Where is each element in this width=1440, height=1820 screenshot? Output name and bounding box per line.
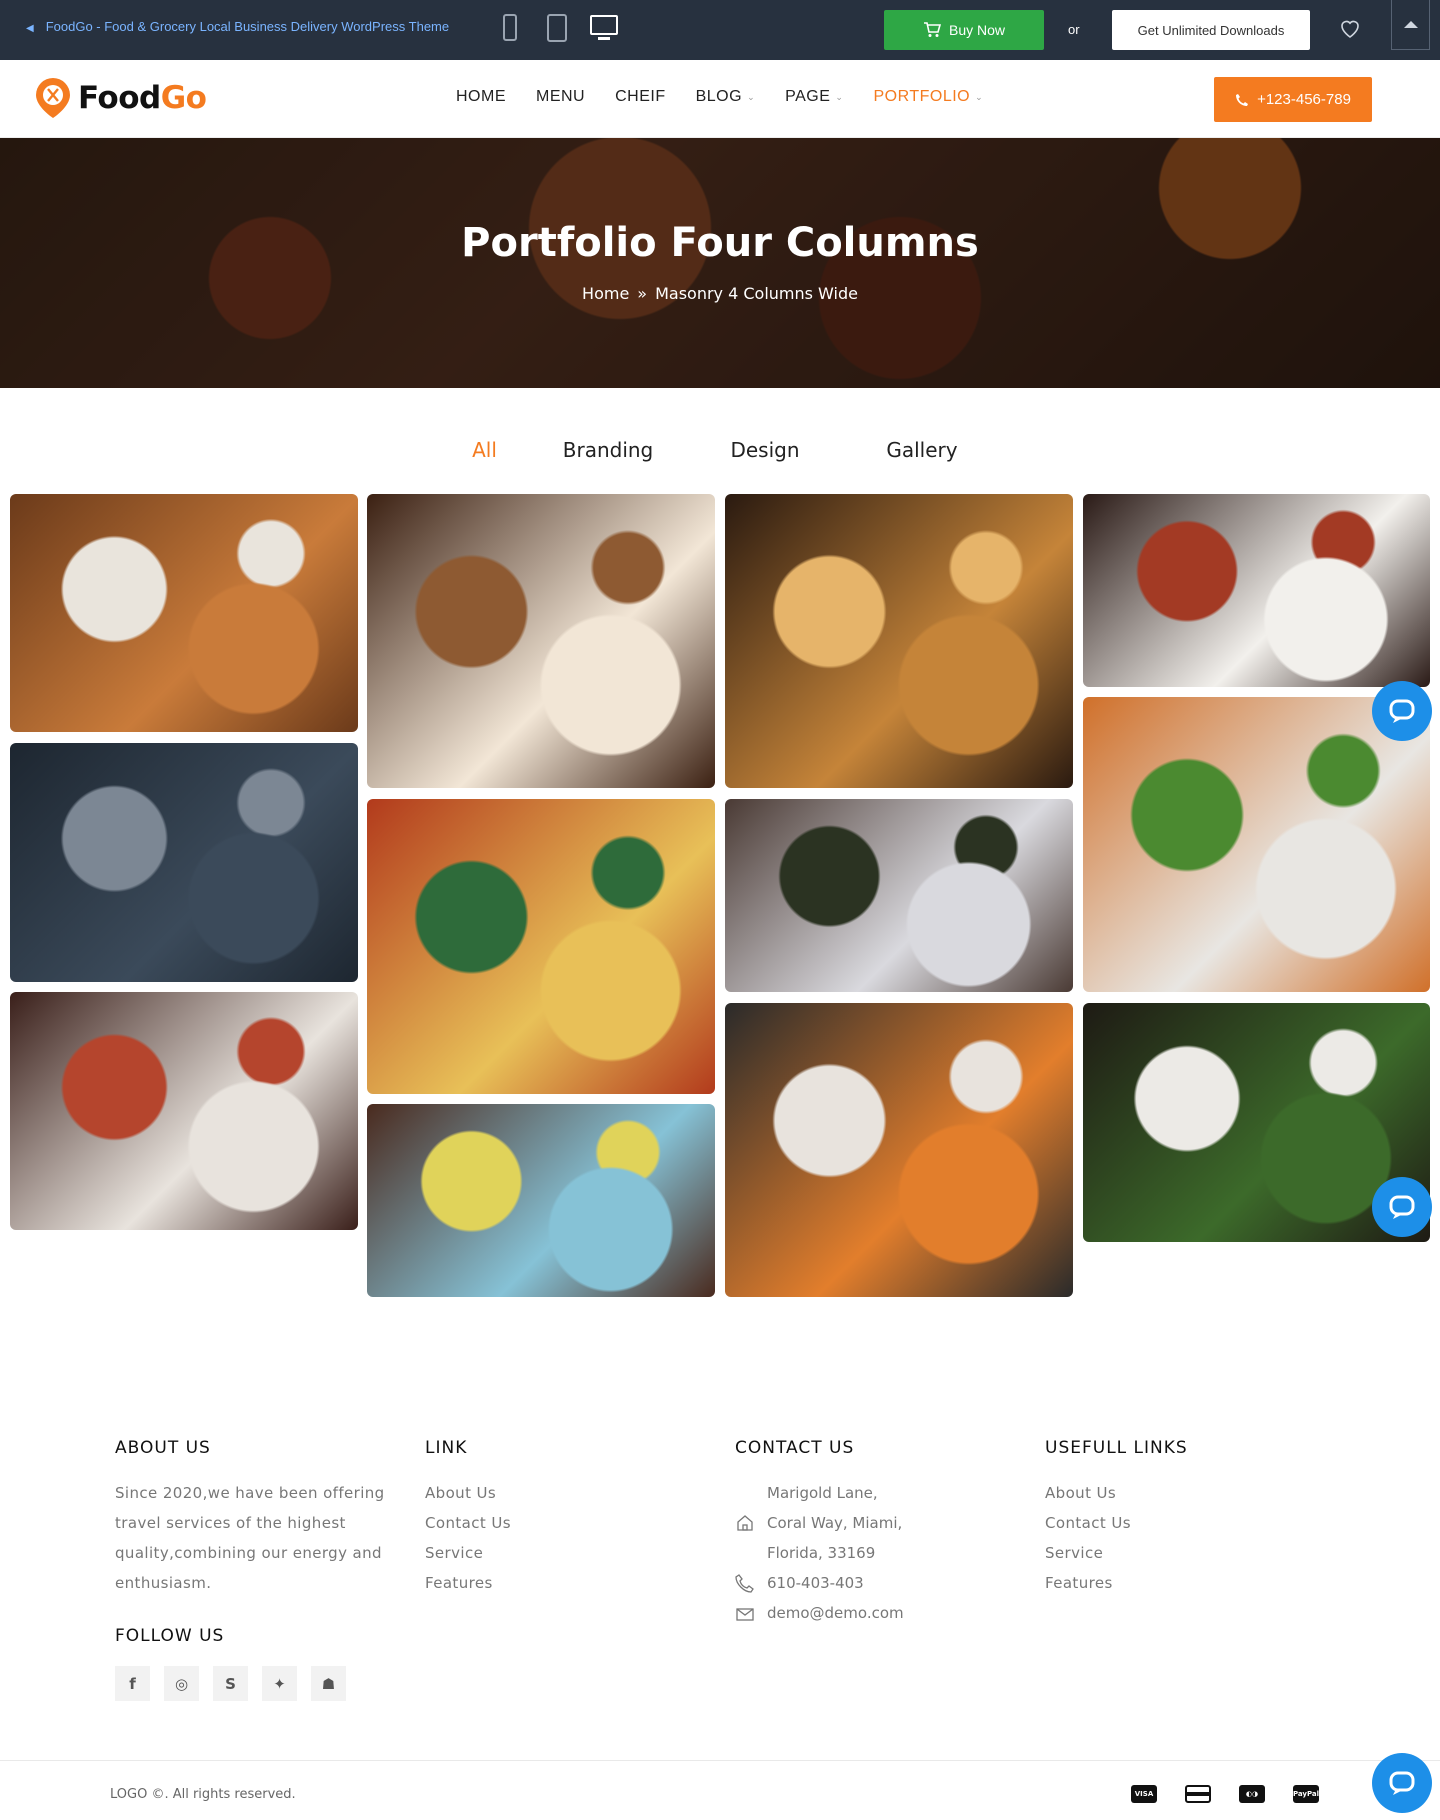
tablet-view-icon[interactable] xyxy=(547,14,567,42)
chat-button[interactable] xyxy=(1372,1753,1432,1813)
back-link-label: FoodGo - Food & Grocery Local Business D… xyxy=(45,19,450,34)
footer-bottom-bar: LOGO ©. All rights reserved. VISA ◐◑ Pay… xyxy=(0,1753,1440,1820)
filter-branding[interactable]: Branding xyxy=(530,438,687,462)
scroll-top-button[interactable] xyxy=(1391,0,1430,50)
breadcrumb: Home » Masonry 4 Columns Wide xyxy=(0,284,1440,303)
chat-button[interactable] xyxy=(1372,1177,1432,1237)
mail-icon xyxy=(736,1608,754,1621)
footer-link[interactable]: About Us xyxy=(425,1478,665,1508)
logo-text: FoodGo xyxy=(78,80,207,116)
footer-contact-title: CONTACT US xyxy=(735,1438,855,1458)
phone-number: +123-456-789 xyxy=(1257,91,1351,108)
grilled-chicken-photo[interactable] xyxy=(1083,697,1430,992)
back-link[interactable]: ◀ FoodGo - Food & Grocery Local Business … xyxy=(26,19,449,34)
contact-phone[interactable]: 610-403-403 xyxy=(767,1574,864,1592)
breadcrumb-separator: » xyxy=(637,284,648,303)
footer-useful-title: USEFULL LINKS xyxy=(1045,1438,1188,1458)
nav-page[interactable]: PAGE ⌄ xyxy=(785,88,843,106)
nav-cheif[interactable]: CHEIF xyxy=(615,88,666,106)
address-line: Marigold Lane, xyxy=(767,1484,878,1502)
footer-about-title: ABOUT US xyxy=(115,1438,211,1458)
snapchat-icon[interactable]: ☗ xyxy=(311,1666,346,1701)
contact-email[interactable]: demo@demo.com xyxy=(767,1604,904,1622)
logo-pin-icon xyxy=(36,78,70,118)
chat-button[interactable] xyxy=(1372,681,1432,741)
footer-useful-link[interactable]: Features xyxy=(1045,1568,1285,1598)
chevron-down-icon: ⌄ xyxy=(835,91,844,102)
footer-contact: CONTACT US Marigold Lane, Coral Way, Mia… xyxy=(735,1438,995,1628)
preview-bar: ◀ FoodGo - Food & Grocery Local Business … xyxy=(0,0,1440,60)
curry-pots-photo[interactable] xyxy=(725,494,1073,788)
cupcakes-photo[interactable] xyxy=(367,494,715,788)
phone-icon xyxy=(735,1574,754,1593)
filter-all[interactable]: All xyxy=(440,438,530,462)
burgers-table-photo[interactable] xyxy=(725,1003,1073,1297)
footer-link[interactable]: Contact Us xyxy=(425,1508,665,1538)
unlimited-downloads-button[interactable]: Get Unlimited Downloads xyxy=(1112,10,1310,50)
restaurant-interior-photo[interactable] xyxy=(10,743,358,982)
phone-button[interactable]: +123-456-789 xyxy=(1214,77,1372,122)
paypal-icon: PayPal xyxy=(1293,1785,1319,1803)
visa-icon: VISA xyxy=(1131,1785,1157,1803)
buy-now-label: Buy Now xyxy=(948,22,1006,38)
skype-icon[interactable]: S xyxy=(213,1666,248,1701)
mobile-view-icon[interactable] xyxy=(503,14,517,41)
footer-link-title: LINK xyxy=(425,1438,468,1458)
nav-blog[interactable]: BLOG ⌄ xyxy=(696,88,756,106)
footer-useful-link[interactable]: Contact Us xyxy=(1045,1508,1285,1538)
caret-left-icon: ◀ xyxy=(26,23,34,34)
footer-useful-link[interactable]: About Us xyxy=(1045,1478,1285,1508)
footer-link[interactable]: Service xyxy=(425,1538,665,1568)
footer-about: ABOUT US Since 2020,we have been offerin… xyxy=(115,1438,395,1701)
buy-now-button[interactable]: Buy Now xyxy=(884,10,1044,50)
footer-useful-links: USEFULL LINKS About Us Contact Us Servic… xyxy=(1045,1438,1285,1598)
filter-design[interactable]: Design xyxy=(687,438,844,462)
address-line: Florida, 33169 xyxy=(767,1544,876,1562)
chat-bubble-icon xyxy=(1389,699,1415,723)
nav-portfolio[interactable]: PORTFOLIO ⌄ xyxy=(873,88,983,106)
page-hero: Portfolio Four Columns Home » Masonry 4 Co… xyxy=(0,138,1440,388)
or-text: or xyxy=(1068,22,1080,37)
footer-follow-title: FOLLOW US xyxy=(115,1626,225,1646)
filter-gallery[interactable]: Gallery xyxy=(844,438,1001,462)
mexican-food-photo[interactable] xyxy=(367,799,715,1094)
twitter-icon[interactable]: ✦ xyxy=(262,1666,297,1701)
social-links: f ◎ S ✦ ☗ xyxy=(115,1666,395,1701)
portfolio-filters: All Branding Design Gallery xyxy=(0,438,1440,462)
site-header: FoodGo HOME MENU CHEIF BLOG ⌄ PAGE ⌄ PORTF… xyxy=(0,60,1440,138)
chevron-down-icon: ⌄ xyxy=(975,91,984,102)
footer-link[interactable]: Features xyxy=(425,1568,665,1598)
salad-bowl-photo[interactable] xyxy=(367,1104,715,1297)
facebook-icon[interactable]: f xyxy=(115,1666,150,1701)
olives-buffet-photo[interactable] xyxy=(725,799,1073,992)
salad-plates-photo[interactable] xyxy=(10,992,358,1230)
footer-useful-link[interactable]: Service xyxy=(1045,1538,1285,1568)
footer-links: LINK About Us Contact Us Service Feature… xyxy=(425,1438,665,1598)
footer-about-text: Since 2020,we have been offering travel … xyxy=(115,1484,385,1592)
main-nav: HOME MENU CHEIF BLOG ⌄ PAGE ⌄ PORTFOLIO ⌄ xyxy=(456,88,1013,106)
credit-card-icon xyxy=(1185,1785,1211,1803)
desktop-view-icon[interactable] xyxy=(590,15,618,40)
chat-bubble-icon xyxy=(1389,1771,1415,1795)
waiter-salad-photo[interactable] xyxy=(1083,494,1430,687)
site-logo[interactable]: FoodGo xyxy=(34,76,207,120)
mastercard-icon: ◐◑ xyxy=(1239,1785,1265,1803)
home-icon xyxy=(737,1515,753,1531)
chevron-down-icon: ⌄ xyxy=(747,91,756,102)
heart-icon[interactable] xyxy=(1338,16,1362,40)
instagram-icon[interactable]: ◎ xyxy=(164,1666,199,1701)
nav-menu[interactable]: MENU xyxy=(536,88,585,106)
breadcrumb-current: Masonry 4 Columns Wide xyxy=(655,284,858,303)
cart-icon xyxy=(923,22,941,37)
page-title: Portfolio Four Columns xyxy=(461,220,979,266)
restaurant-plates-photo[interactable] xyxy=(10,494,358,732)
chat-bubble-icon xyxy=(1389,1195,1415,1219)
phone-icon xyxy=(1236,93,1249,106)
copyright-text: LOGO ©. All rights reserved. xyxy=(110,1787,296,1802)
address-line: Coral Way, Miami, xyxy=(767,1514,903,1532)
nav-home[interactable]: HOME xyxy=(456,88,506,106)
breadcrumb-home[interactable]: Home xyxy=(582,284,629,303)
